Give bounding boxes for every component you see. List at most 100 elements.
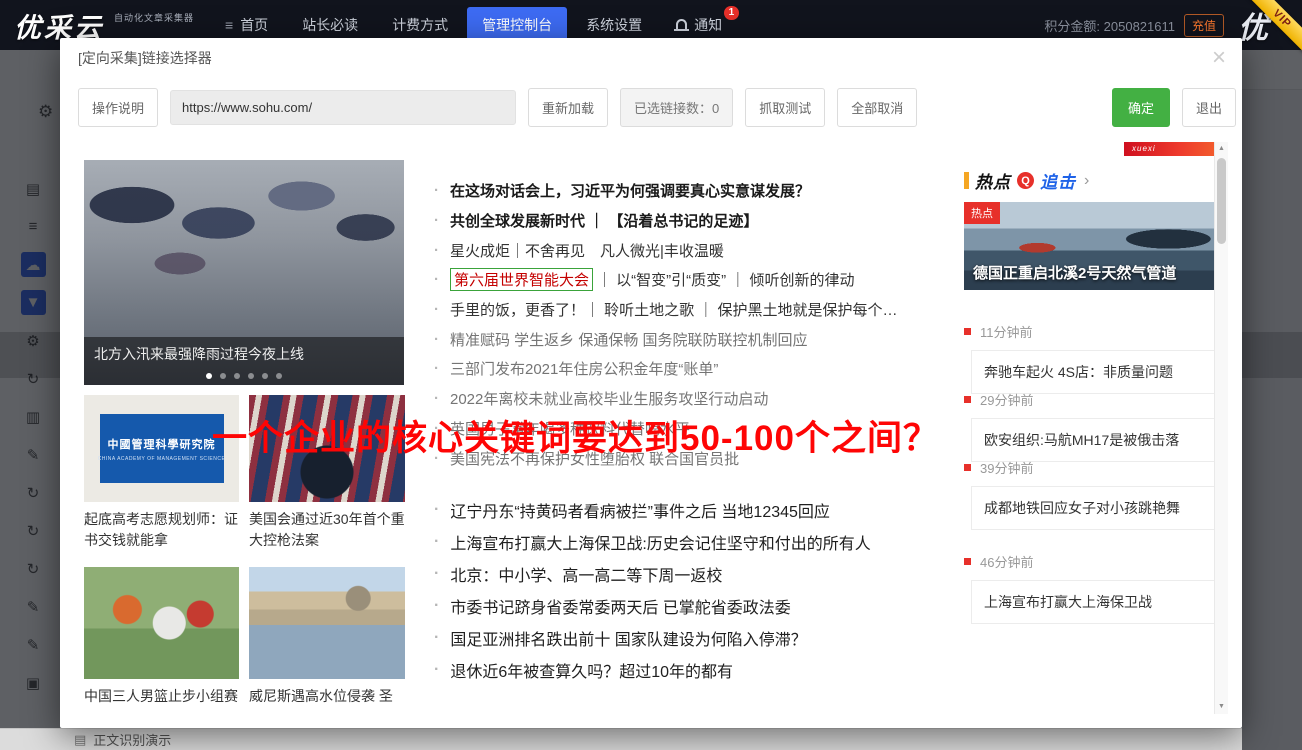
article-caption[interactable]: 美国会通过近30年首个重大控枪法案 [249,509,405,551]
chevron-right-icon[interactable]: › [1084,172,1089,190]
url-input[interactable] [170,90,517,125]
timeline-marker-icon [964,558,971,565]
carousel-dots[interactable] [84,373,404,379]
cancel-all-button[interactable]: 全部取消 [837,88,918,127]
scroll-up-arrow[interactable]: ▲ [1215,142,1228,156]
vip-ribbon: VIP [1240,0,1302,62]
carousel-dot[interactable] [234,373,240,379]
hot-item-time: 11分钟前 [964,322,1214,341]
carousel-dot[interactable] [206,373,212,379]
news-headline-link[interactable]: 退休近6年被查算久吗？超过10年的都有 [434,654,956,686]
news-headline-link[interactable]: 手里的饭，更香了！｜ 聆听土地之歌 ｜ 保护黑土地就是保护每个… [434,295,956,325]
content-recognition-demo-label: 正文识别演示 [93,733,172,748]
recharge-button[interactable]: 充值 [1183,13,1224,37]
selected-links-count[interactable]: 已选链接数：0 [620,88,734,127]
promo-banner-image[interactable]: xuexi [1124,142,1214,156]
hot-item-link[interactable]: 奔驰车起火 4S店：非质量问题 [971,350,1214,394]
hero-caption-bar: 北方入汛来最强降雨过程今夜上线 [84,337,404,385]
app-screen: ⚙ ▤ ≡ ☁ ▼ ⚙ ↻ ▥ ✎ ↻ ↻ ↻ ✎ ✎ ▣ 优采云 自动化文章采… [0,0,1302,750]
nav-home-label: 首页 [240,17,269,33]
hot-timeline-item: 11分钟前 奔驰车起火 4S店：非质量问题 [964,322,1214,394]
news-headline-link[interactable]: 辽宁丹东“持黄码者看病被拦”事件之后 当地12345回应 [434,494,956,526]
news-headline-link[interactable]: 三部门发布2021年住房公积金年度“账单” [434,354,956,384]
news-headline-link[interactable]: 市委书记跻身省委常委两天后 已掌舵省委政法委 [434,590,956,622]
timeline-marker-icon [964,396,971,403]
hot-main-article[interactable]: 热点 德国正重启北溪2号天然气管道 [964,202,1214,290]
carousel-dot[interactable] [220,373,226,379]
nav-must-read-label: 站长必读 [302,17,359,33]
nav-settings-label: 系统设置 [586,17,643,33]
carousel-dot[interactable] [276,373,282,379]
news-headline-link[interactable]: 国足亚洲排名跌出前十 国家队建设为何陷入停滞？ [434,622,956,654]
hot-item-time: 39分钟前 [964,458,1214,477]
embedded-page-area: xuexi 北方入汛来最强降雨过程今夜上线 中國管理科學研究院 CHINA AC… [74,142,1228,714]
scrollbar[interactable]: ▲ ▼ [1214,142,1228,714]
basketball-image [84,567,239,679]
carousel-dot[interactable] [248,373,254,379]
accent-bar-icon [964,172,969,189]
us-flags-image [249,395,405,502]
hot-item-link[interactable]: 成都地铁回应女子对小孩跳艳舞 [971,486,1214,530]
venice-flood-image [249,567,405,679]
article-card[interactable]: 威尼斯遇高水位侵袭 圣 [249,567,405,707]
grab-test-button[interactable]: 抓取测试 [745,88,826,127]
exit-button[interactable]: 退出 [1181,88,1236,127]
news-headline-link[interactable]: 英国男子常年喝多种饮料代替喝水平 [434,414,956,444]
article-caption[interactable]: 威尼斯遇高水位侵袭 圣 [249,686,405,707]
bell-icon [674,19,690,31]
hero-article[interactable]: 北方入汛来最强降雨过程今夜上线 [84,160,404,385]
article-card[interactable]: 美国会通过近30年首个重大控枪法案 [249,395,405,551]
hot-q-icon: Q [1017,172,1034,189]
article-card[interactable]: 中国三人男篮止步小组赛 [84,567,239,707]
news-headline-link-selected[interactable]: 第六届世界智能大会 ｜ 以“智变”引“质变” ｜ 倾听创新的律动 [434,265,956,295]
hot-main-caption: 德国正重启北溪2号天然气管道 [973,265,1177,282]
scroll-down-arrow[interactable]: ▼ [1215,700,1228,714]
news-headline-link[interactable]: 2022年离校未就业高校毕业生服务攻坚行动启动 [434,384,956,414]
nav-notifications-label: 通知 [694,17,723,33]
hot-pursuit-header: 热点 Q 追击 › [964,168,1089,193]
hot-timeline-item: 46分钟前 上海宣布打赢大上海保卫战 [964,552,1214,624]
article-caption[interactable]: 起底高考志愿规划师：证书交钱就能拿 [84,509,239,551]
nav-pricing-label: 计费方式 [392,17,449,33]
hot-item-link[interactable]: 欧安组织:马航MH17是被俄击落 [971,418,1214,462]
hot-item-time: 46分钟前 [964,552,1214,571]
news-headline-link[interactable]: 星火成炬｜不舍再见 凡人微光|丰收温暖 [434,235,956,265]
app-tagline: 自动化文章采集器 [114,13,195,23]
help-button[interactable]: 操作说明 [78,88,159,127]
scrollbar-thumb[interactable] [1217,158,1226,244]
hot-title-left: 热点 [975,173,1011,192]
close-icon[interactable]: × [1212,46,1226,70]
sohu-page: xuexi 北方入汛来最强降雨过程今夜上线 中國管理科學研究院 CHINA AC… [74,142,1214,714]
nav-console-label: 管理控制台 [482,17,553,33]
menu-icon: ≡ [225,17,234,33]
modal-header: [定向采集]链接选择器 × [60,38,1242,74]
hot-item-link[interactable]: 上海宣布打赢大上海保卫战 [971,580,1214,624]
news-headline-link[interactable]: 上海宣布打赢大上海保卫战:历史会记住坚守和付出的所有人 [434,526,956,558]
timeline-marker-icon [964,328,971,335]
hot-badge: 热点 [964,202,1000,224]
news-headline-link[interactable]: 美国宪法不再保护女性堕胎权 联合国官员批 [434,443,956,473]
modal-toolbar: 操作说明 重新加载 已选链接数：0 抓取测试 全部取消 确定 退出 [60,74,1242,127]
hot-timeline-item: 39分钟前 成都地铁回应女子对小孩跳艳舞 [964,458,1214,530]
link-selector-modal: [定向采集]链接选择器 × 操作说明 重新加载 已选链接数：0 抓取测试 全部取… [60,38,1242,728]
news-headline-link[interactable]: 精准赋码 学生返乡 保通保畅 国务院联防联控机制回应 [434,324,956,354]
modal-title: [定向采集]链接选择器 [78,50,212,66]
article-caption[interactable]: 中国三人男篮止步小组赛 [84,686,239,707]
content-recognition-demo-row[interactable]: ▤ 正文识别演示 [0,728,1242,750]
news-list-top: 在这场对话会上，习近平为何强调要真心实意谋发展？ 共创全球发展新时代 ｜ 【沿着… [434,176,956,473]
confirm-button[interactable]: 确定 [1111,88,1170,127]
news-headline-link[interactable]: 共创全球发展新时代 ｜ 【沿着总书记的足迹】 [434,206,956,236]
hot-title-right: 追击 [1040,173,1076,192]
news-list-bottom: 辽宁丹东“持黄码者看病被拦”事件之后 当地12345回应 上海宣布打赢大上海保卫… [434,494,956,686]
hot-item-time: 29分钟前 [964,390,1214,409]
news-headline-link[interactable]: 北京：中小学、高一高二等下周一返校 [434,558,956,590]
article-card[interactable]: 中國管理科學研究院 CHINA ACADEMY OF MANAGEMENT SC… [84,395,239,551]
timeline-marker-icon [964,464,971,471]
academy-sign: 中國管理科學研究院 CHINA ACADEMY OF MANAGEMENT SC… [98,414,225,483]
selected-link-highlight[interactable]: 第六届世界智能大会 [450,268,594,292]
hero-caption: 北方入汛来最强降雨过程今夜上线 [94,346,304,362]
carousel-dot[interactable] [262,373,268,379]
reload-button[interactable]: 重新加载 [528,88,609,127]
doc-icon: ▤ [74,731,87,747]
news-headline-link[interactable]: 在这场对话会上，习近平为何强调要真心实意谋发展？ [434,176,956,206]
